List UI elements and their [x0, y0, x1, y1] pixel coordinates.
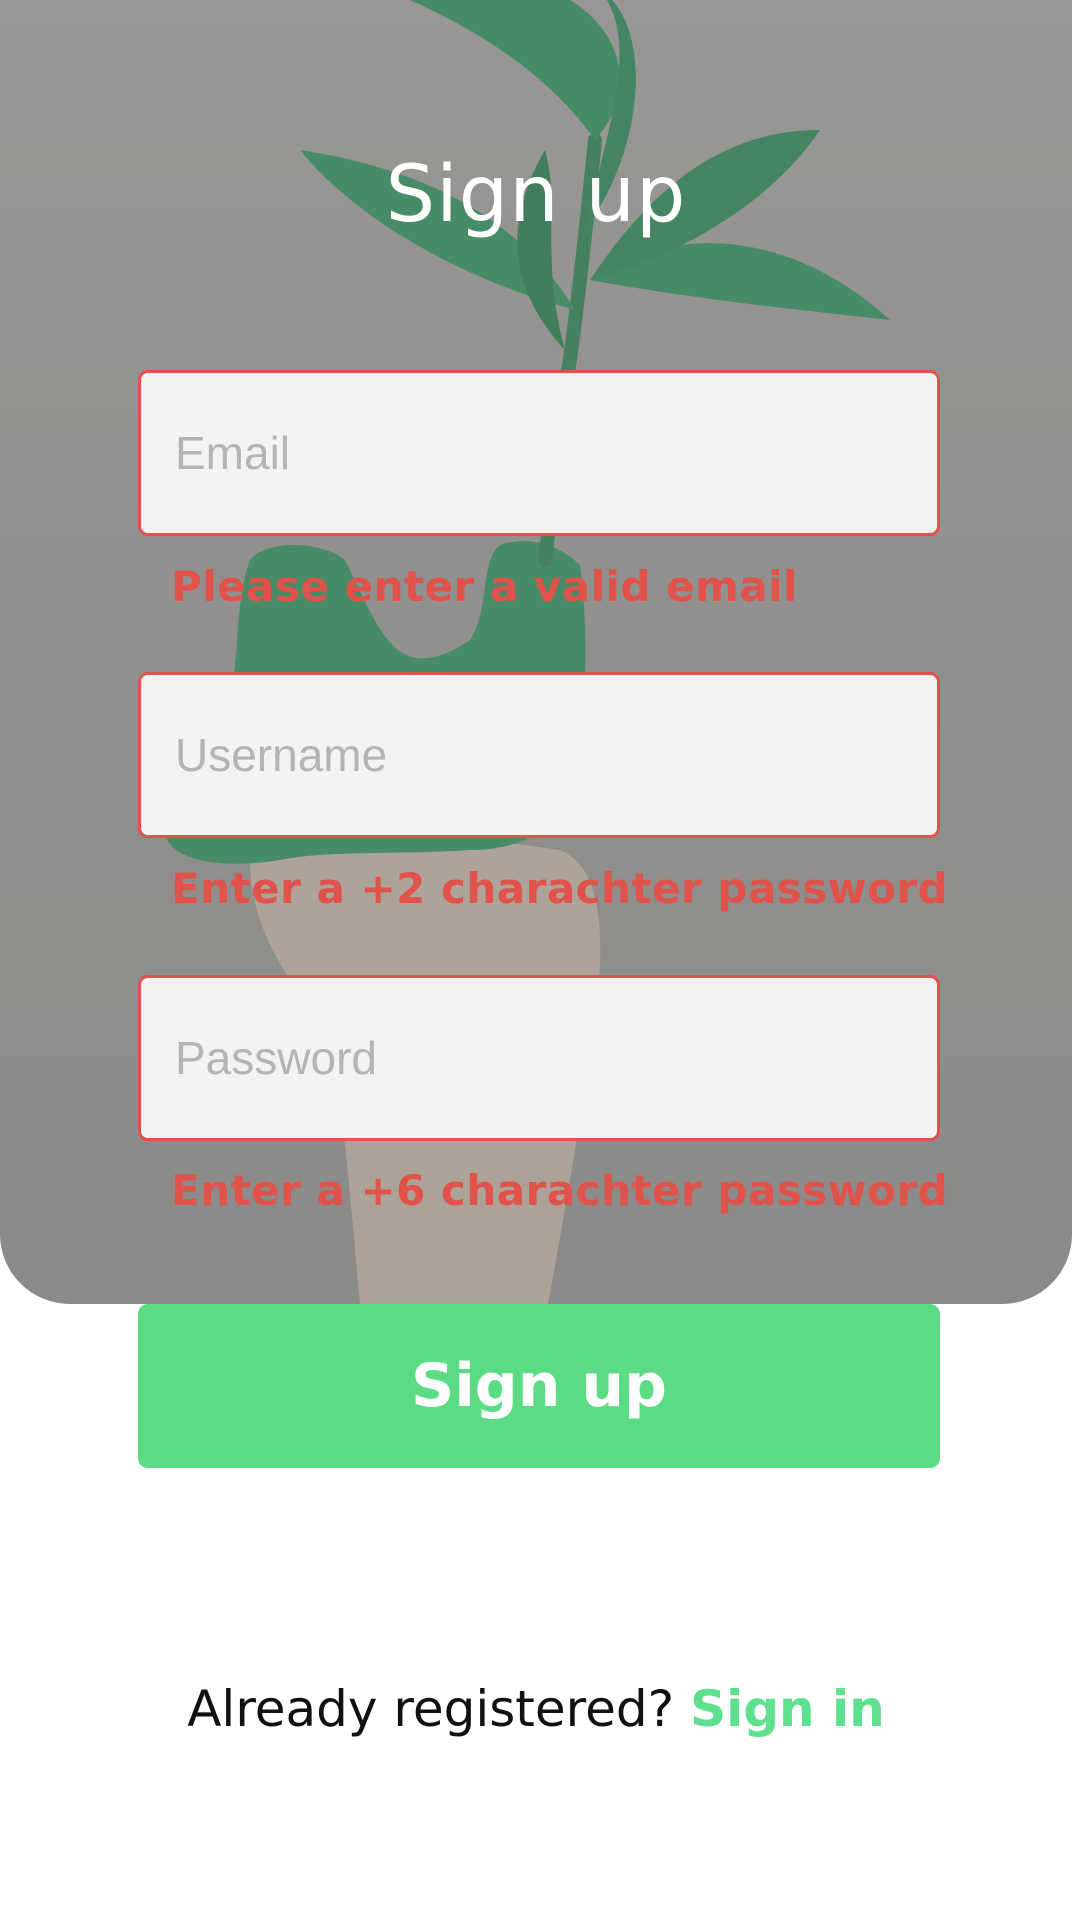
password-field[interactable] — [138, 975, 940, 1141]
signup-screen: Sign up Please enter a valid email Enter… — [0, 0, 1072, 1932]
page-title: Sign up — [385, 150, 687, 240]
signin-prompt-text: Already registered? — [187, 1680, 675, 1738]
email-field[interactable] — [138, 370, 940, 536]
email-input[interactable] — [173, 425, 937, 481]
username-error-message: Enter a +2 charachter password — [171, 864, 949, 913]
password-input[interactable] — [173, 1030, 937, 1086]
hero-background: Sign up Please enter a valid email Enter… — [0, 0, 1072, 1304]
username-field[interactable] — [138, 672, 940, 838]
signup-button[interactable]: Sign up — [138, 1304, 940, 1468]
email-error-message: Please enter a valid email — [171, 562, 798, 611]
password-error-message: Enter a +6 charachter password — [171, 1166, 949, 1215]
signin-prompt: Already registered? Sign in — [0, 1680, 1072, 1738]
username-input[interactable] — [173, 727, 937, 783]
signin-link[interactable]: Sign in — [690, 1680, 885, 1738]
